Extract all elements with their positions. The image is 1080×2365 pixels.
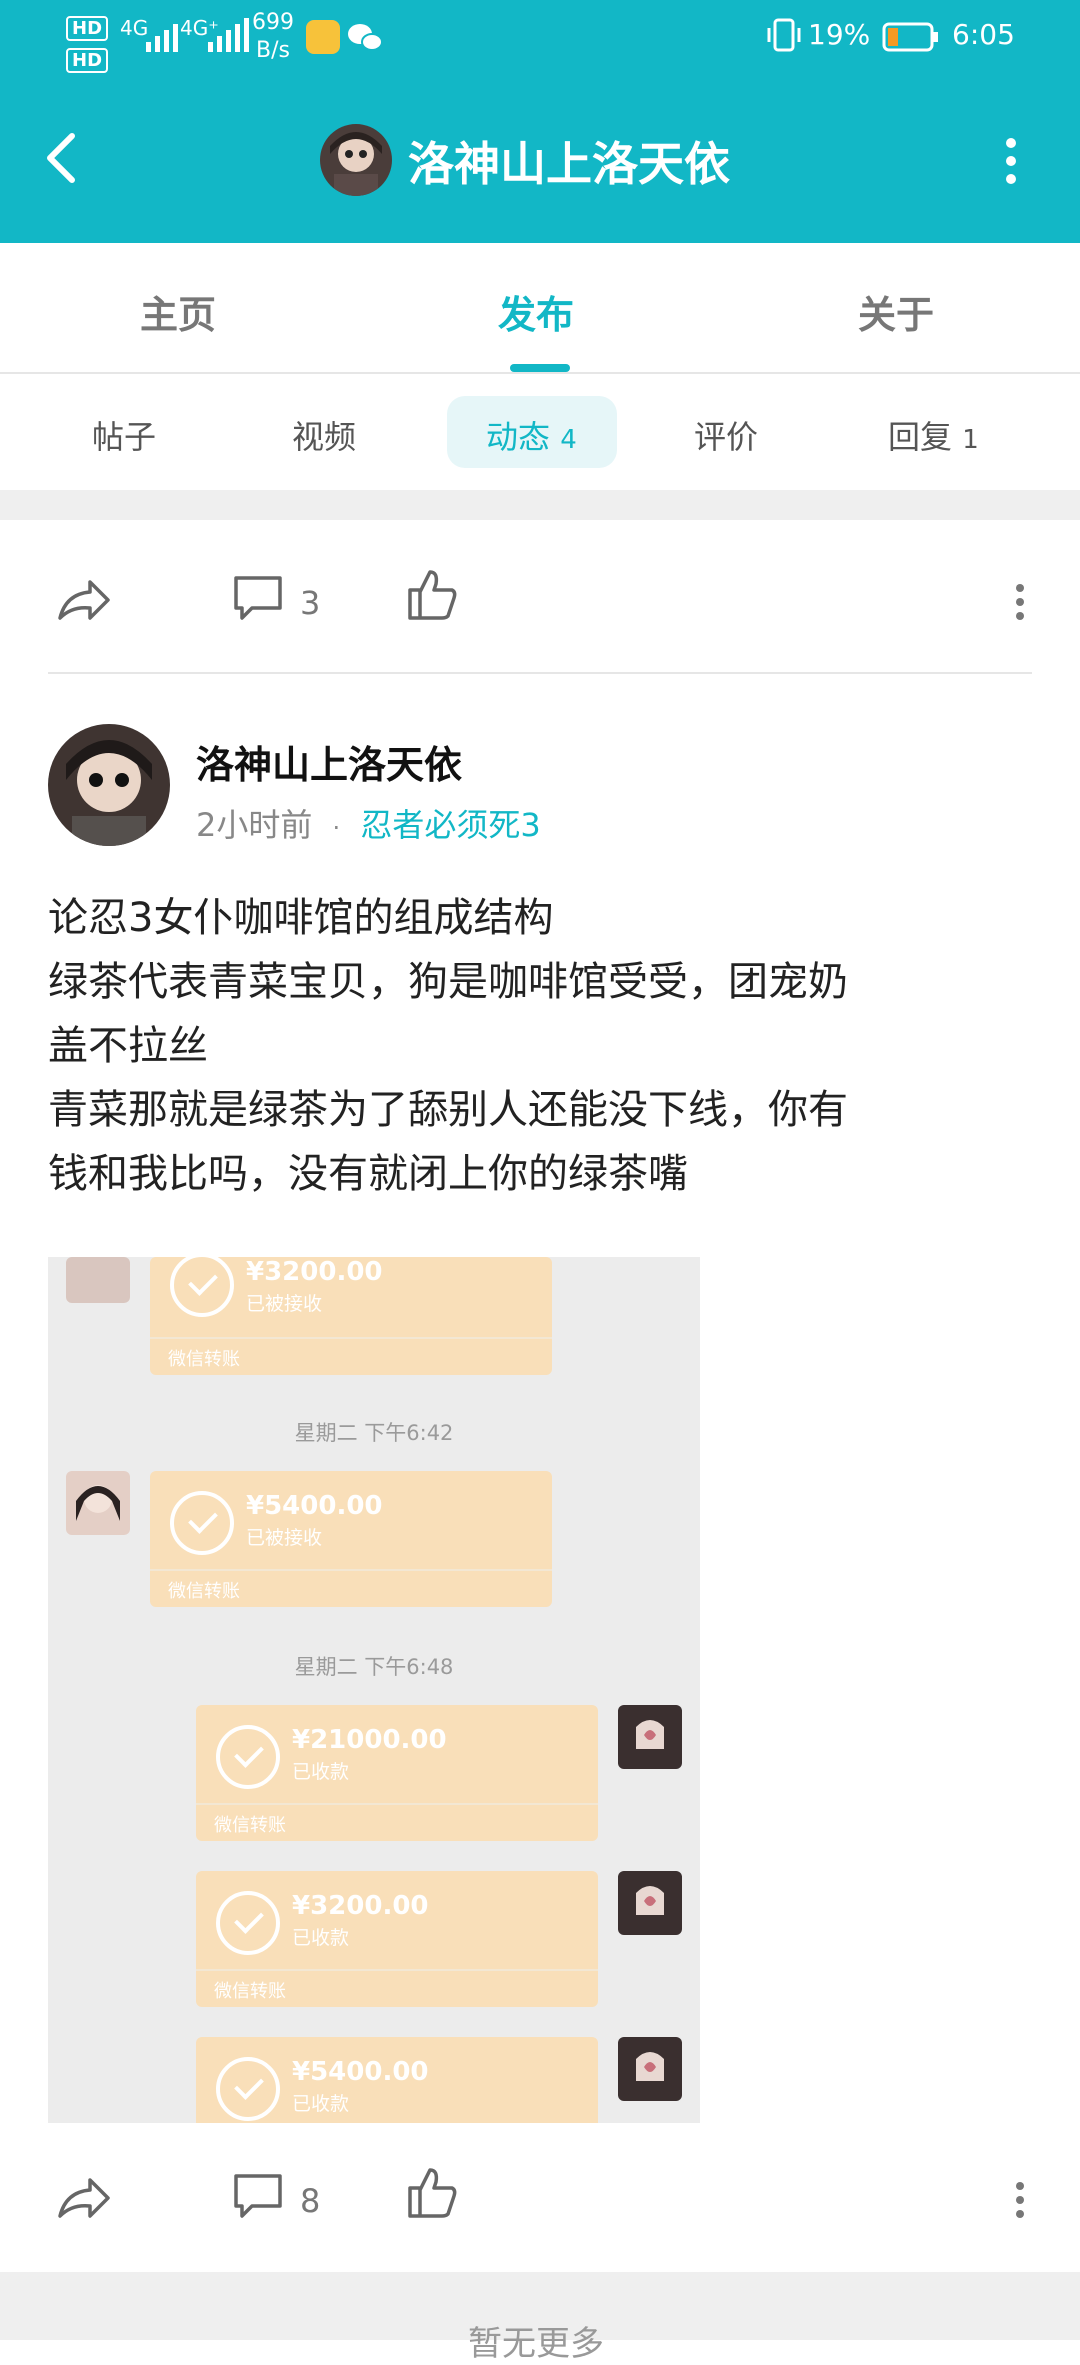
subtab-posts-label: 帖子	[92, 418, 157, 456]
subtab-reviews-label: 评价	[694, 418, 759, 456]
transfer-status: 已被接收	[246, 1293, 323, 1315]
transfer-footer: 微信转账	[214, 1981, 286, 2002]
sender-avatar	[66, 1257, 130, 1303]
transfer-footer: 微信转账	[214, 1815, 286, 1836]
share-button-top[interactable]	[52, 568, 116, 636]
share-button[interactable]	[52, 2166, 116, 2234]
hd-badge-2: HD	[66, 48, 109, 73]
subtab-replies[interactable]: 回复 1	[888, 412, 979, 458]
battery-icon	[882, 22, 940, 56]
section-separator	[0, 490, 1080, 520]
hd-badge-1: HD	[66, 16, 109, 41]
transfer-card: ¥5400.00 已收款	[196, 2037, 598, 2123]
transfer-amount: ¥3200.00	[246, 1257, 383, 1287]
tab-divider	[0, 372, 1080, 374]
like-button-top[interactable]	[404, 566, 460, 626]
clock: 6:05	[952, 18, 1015, 51]
active-tab-indicator	[510, 364, 570, 372]
avatar[interactable]	[320, 124, 392, 196]
post-line: 钱和我比吗，没有就闭上你的绿茶嘴	[48, 1151, 688, 1197]
subtab-posts[interactable]: 帖子	[92, 412, 156, 458]
signal-icon	[144, 16, 184, 63]
comment-button-top[interactable]	[230, 570, 286, 630]
post-author-name[interactable]: 洛神山上洛天依	[196, 734, 462, 789]
subtab-replies-label: 回复	[888, 418, 953, 456]
subtab-videos[interactable]: 视频	[292, 412, 356, 458]
subtab-replies-count: 1	[962, 425, 979, 455]
subtab-videos-label: 视频	[292, 418, 357, 456]
transfer-amount: ¥5400.00	[292, 2057, 429, 2087]
receiver-avatar	[618, 1871, 682, 1935]
post-line: 论忍3女仆咖啡馆的组成结构	[48, 895, 554, 941]
subtab-reviews[interactable]: 评价	[694, 412, 758, 458]
sender-avatar	[66, 1471, 130, 1535]
post-line: 盖不拉丝	[48, 1023, 208, 1069]
receiver-avatar	[618, 1705, 682, 1769]
transfer-card: ¥5400.00 已被接收 微信转账	[150, 1471, 552, 1607]
transfer-status: 已收款	[292, 1927, 350, 1949]
meta-separator: ·	[332, 814, 341, 842]
vibrate-icon	[766, 16, 802, 63]
transfer-amount: ¥3200.00	[292, 1891, 429, 1921]
transfer-card: ¥3200.00 已收款 微信转账	[196, 1871, 598, 2007]
network-speed-value: 699	[252, 10, 294, 35]
post-time: 2小时前	[196, 806, 313, 844]
app-notification-icon	[306, 20, 340, 54]
subtab-dynamics[interactable]: 动态 4	[486, 412, 577, 458]
post-meta: 2小时前 · 忍者必须死3	[196, 800, 541, 846]
no-more-text: 暂无更多	[468, 2324, 604, 2364]
item-divider	[48, 672, 1032, 674]
item-more-button[interactable]	[1010, 2180, 1030, 2220]
transfer-card: ¥3200.00 已被接收 微信转账	[150, 1257, 552, 1375]
comment-count-top: 3	[300, 584, 321, 622]
post-image[interactable]: ¥3200.00 已被接收 微信转账 星期二 下午6:42 ¥5400.00 已…	[48, 1257, 700, 2123]
transfer-amount: ¥21000.00	[292, 1725, 447, 1755]
post-line: 青菜那就是绿茶为了舔别人还能没下线，你有	[48, 1087, 848, 1133]
post-author-avatar[interactable]	[48, 724, 170, 846]
transfer-status: 已被接收	[246, 1527, 323, 1549]
post-body: 论忍3女仆咖啡馆的组成结构 绿茶代表青菜宝贝，狗是咖啡馆受受，团宠奶 盖不拉丝 …	[48, 886, 1038, 1206]
transfer-amount: ¥5400.00	[246, 1491, 383, 1521]
chat-timestamp: 星期二 下午6:48	[294, 1655, 454, 1679]
chat-timestamp: 星期二 下午6:42	[294, 1421, 454, 1445]
back-button[interactable]	[42, 128, 82, 192]
comment-button[interactable]	[230, 2168, 286, 2228]
post-line: 绿茶代表青菜宝贝，狗是咖啡馆受受，团宠奶	[48, 959, 848, 1005]
tab-publish[interactable]: 发布	[498, 284, 574, 339]
network-speed-unit: B/s	[256, 38, 290, 63]
subtab-dynamics-label: 动态	[486, 418, 551, 456]
transfer-card: ¥21000.00 已收款 微信转账	[196, 1705, 598, 1841]
tab-about[interactable]: 关于	[858, 284, 934, 339]
subtab-dynamics-count: 4	[560, 425, 577, 455]
tab-home[interactable]: 主页	[140, 284, 216, 339]
transfer-footer: 微信转账	[168, 1581, 240, 1602]
receiver-avatar	[618, 2037, 682, 2101]
item-more-button-top[interactable]	[1010, 582, 1030, 622]
like-button[interactable]	[404, 2164, 460, 2224]
transfer-status: 已收款	[292, 2093, 350, 2115]
comment-count: 8	[300, 2182, 321, 2220]
post-topic-tag[interactable]: 忍者必须死3	[360, 806, 540, 844]
battery-percent: 19%	[808, 18, 871, 51]
more-menu-button[interactable]	[990, 134, 1030, 190]
page-title: 洛神山上洛天依	[408, 137, 730, 191]
transfer-footer: 微信转账	[168, 1349, 240, 1370]
wechat-icon	[346, 20, 386, 61]
transfer-status: 已收款	[292, 1761, 350, 1783]
